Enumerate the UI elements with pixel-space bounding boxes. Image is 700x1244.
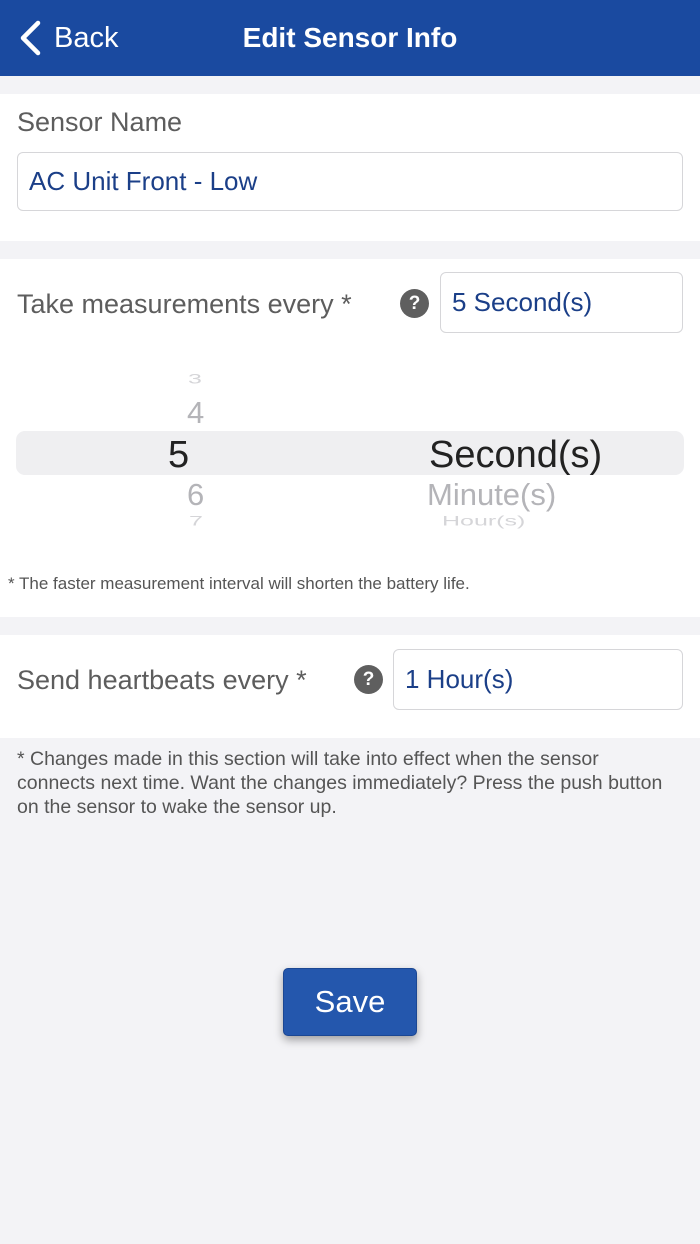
measurement-label: Take measurements every *	[17, 289, 352, 319]
changes-note: * Changes made in this section will take…	[17, 748, 663, 818]
back-label: Back	[54, 21, 119, 54]
measurement-section: Take measurements every * ? 5 Second(s) …	[0, 259, 700, 617]
heartbeat-help-icon[interactable]: ?	[354, 665, 383, 694]
chevron-left-icon	[20, 20, 41, 56]
picker-number-option[interactable]: 4	[187, 395, 204, 431]
heartbeat-section: Send heartbeats every * ? 1 Hour(s)	[0, 635, 700, 738]
picker-number-option[interactable]: 6	[187, 477, 204, 513]
picker-number-option[interactable]: 3	[188, 372, 202, 388]
measurement-picker[interactable]: 3 4 5 6 7 Second(s) Minute(s) Hour(s)	[0, 359, 700, 539]
heartbeat-label: Send heartbeats every *	[17, 665, 307, 695]
sensor-name-input[interactable]: AC Unit Front - Low	[17, 152, 683, 211]
measurement-interval-field[interactable]: 5 Second(s)	[440, 272, 683, 333]
picker-unit-selected[interactable]: Second(s)	[429, 434, 602, 477]
picker-number-selected[interactable]: 5	[168, 434, 189, 477]
back-button[interactable]: Back	[18, 18, 118, 58]
save-button[interactable]: Save	[283, 968, 417, 1036]
heartbeat-interval-field[interactable]: 1 Hour(s)	[393, 649, 683, 710]
picker-number-option[interactable]: 7	[189, 514, 203, 530]
battery-note: * The faster measurement interval will s…	[8, 574, 470, 593]
sensor-name-label: Sensor Name	[17, 107, 183, 137]
nav-bar: Back Edit Sensor Info	[0, 0, 700, 76]
sensor-name-section: Sensor Name AC Unit Front - Low	[0, 94, 700, 241]
picker-unit-option[interactable]: Minute(s)	[427, 477, 556, 513]
measurement-help-icon[interactable]: ?	[400, 289, 429, 318]
picker-unit-option[interactable]: Hour(s)	[442, 514, 525, 530]
